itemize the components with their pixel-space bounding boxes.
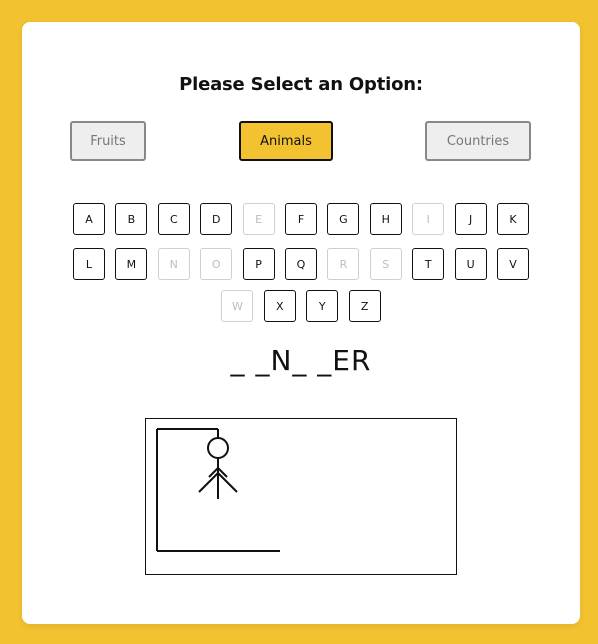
key-u[interactable]: U — [454, 248, 487, 280]
word-display: _ _N_ _ER — [230, 344, 372, 377]
hangman-right-leg — [217, 472, 238, 493]
key-j[interactable]: J — [454, 203, 487, 235]
key-x[interactable]: X — [263, 290, 296, 322]
key-d[interactable]: D — [200, 203, 233, 235]
key-l[interactable]: L — [73, 248, 105, 280]
key-c[interactable]: C — [157, 203, 190, 235]
key-f[interactable]: F — [285, 203, 317, 235]
key-v[interactable]: V — [497, 248, 529, 280]
key-a[interactable]: A — [73, 203, 105, 235]
key-k[interactable]: K — [497, 203, 529, 235]
key-w[interactable]: W — [221, 290, 254, 322]
hangman-drawing — [156, 428, 280, 552]
game-card: Please Select an Option: Fruits Animals … — [22, 22, 580, 624]
key-z[interactable]: Z — [348, 290, 381, 322]
key-t[interactable]: T — [412, 248, 445, 280]
key-h[interactable]: H — [369, 203, 402, 235]
hangman-head — [207, 437, 229, 459]
option-fruits-button[interactable]: Fruits — [70, 121, 146, 161]
key-s[interactable]: S — [369, 248, 402, 280]
key-y[interactable]: Y — [306, 290, 339, 322]
key-g[interactable]: G — [327, 203, 360, 235]
key-b[interactable]: B — [115, 203, 148, 235]
key-i[interactable]: I — [412, 203, 445, 235]
hangman-canvas — [145, 418, 457, 575]
option-countries-button[interactable]: Countries — [425, 121, 531, 161]
key-r[interactable]: R — [327, 248, 360, 280]
hangman-left-leg — [198, 472, 219, 493]
key-p[interactable]: P — [242, 248, 275, 280]
key-o[interactable]: O — [200, 248, 233, 280]
key-q[interactable]: Q — [285, 248, 317, 280]
page-title: Please Select an Option: — [179, 74, 423, 95]
key-e[interactable]: E — [242, 203, 275, 235]
key-m[interactable]: M — [115, 248, 148, 280]
key-n[interactable]: N — [157, 248, 190, 280]
option-animals-button[interactable]: Animals — [239, 121, 333, 161]
